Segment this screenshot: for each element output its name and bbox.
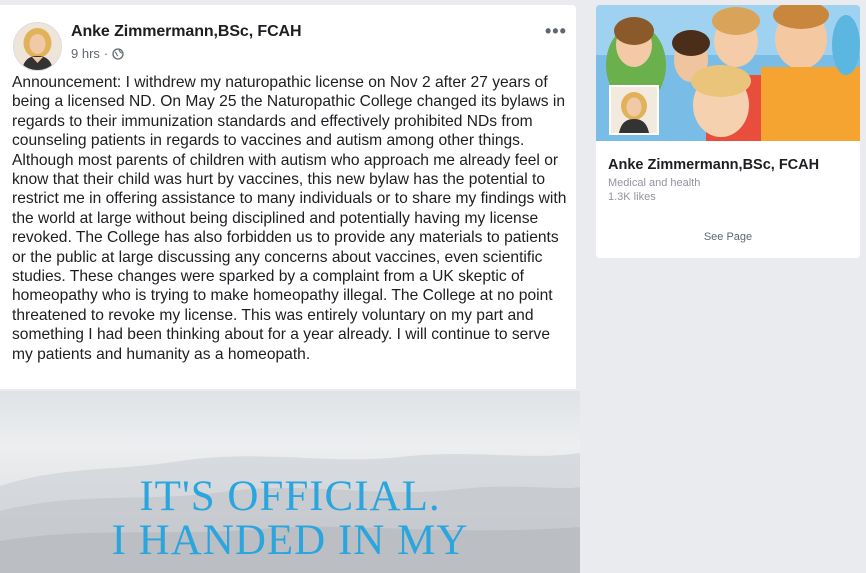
- meta-separator: ·: [103, 46, 109, 61]
- more-options-icon[interactable]: •••: [545, 21, 567, 42]
- post-card: Anke Zimmermann,BSc, FCAH 9 hrs · ••• An…: [0, 5, 576, 389]
- headline-line-1: IT'S OFFICIAL.: [139, 473, 441, 520]
- author-avatar[interactable]: [13, 22, 62, 71]
- page-name[interactable]: Anke Zimmermann,BSc, FCAH: [608, 157, 819, 173]
- headline-line-2: I HANDED IN MY: [111, 517, 469, 564]
- globe-icon[interactable]: [112, 47, 124, 60]
- post-image[interactable]: IT'S OFFICIAL. I HANDED IN MY: [0, 391, 580, 573]
- page-preview-card: Anke Zimmermann,BSc, FCAH Medical and he…: [596, 5, 860, 258]
- post-meta: 9 hrs ·: [71, 46, 124, 61]
- avatar-image: [14, 23, 61, 70]
- see-page-button[interactable]: See Page: [596, 231, 860, 243]
- page-likes: 1.3K likes: [608, 191, 656, 203]
- page-category: Medical and health: [608, 177, 701, 189]
- author-name[interactable]: Anke Zimmermann,BSc, FCAH: [71, 23, 302, 41]
- post-text: Announcement: I withdrew my naturopathic…: [12, 74, 567, 363]
- page-profile-picture[interactable]: [609, 85, 659, 135]
- divider: [608, 218, 848, 219]
- image-headline: IT'S OFFICIAL. I HANDED IN MY: [0, 475, 580, 563]
- post-timestamp[interactable]: 9 hrs: [71, 46, 100, 61]
